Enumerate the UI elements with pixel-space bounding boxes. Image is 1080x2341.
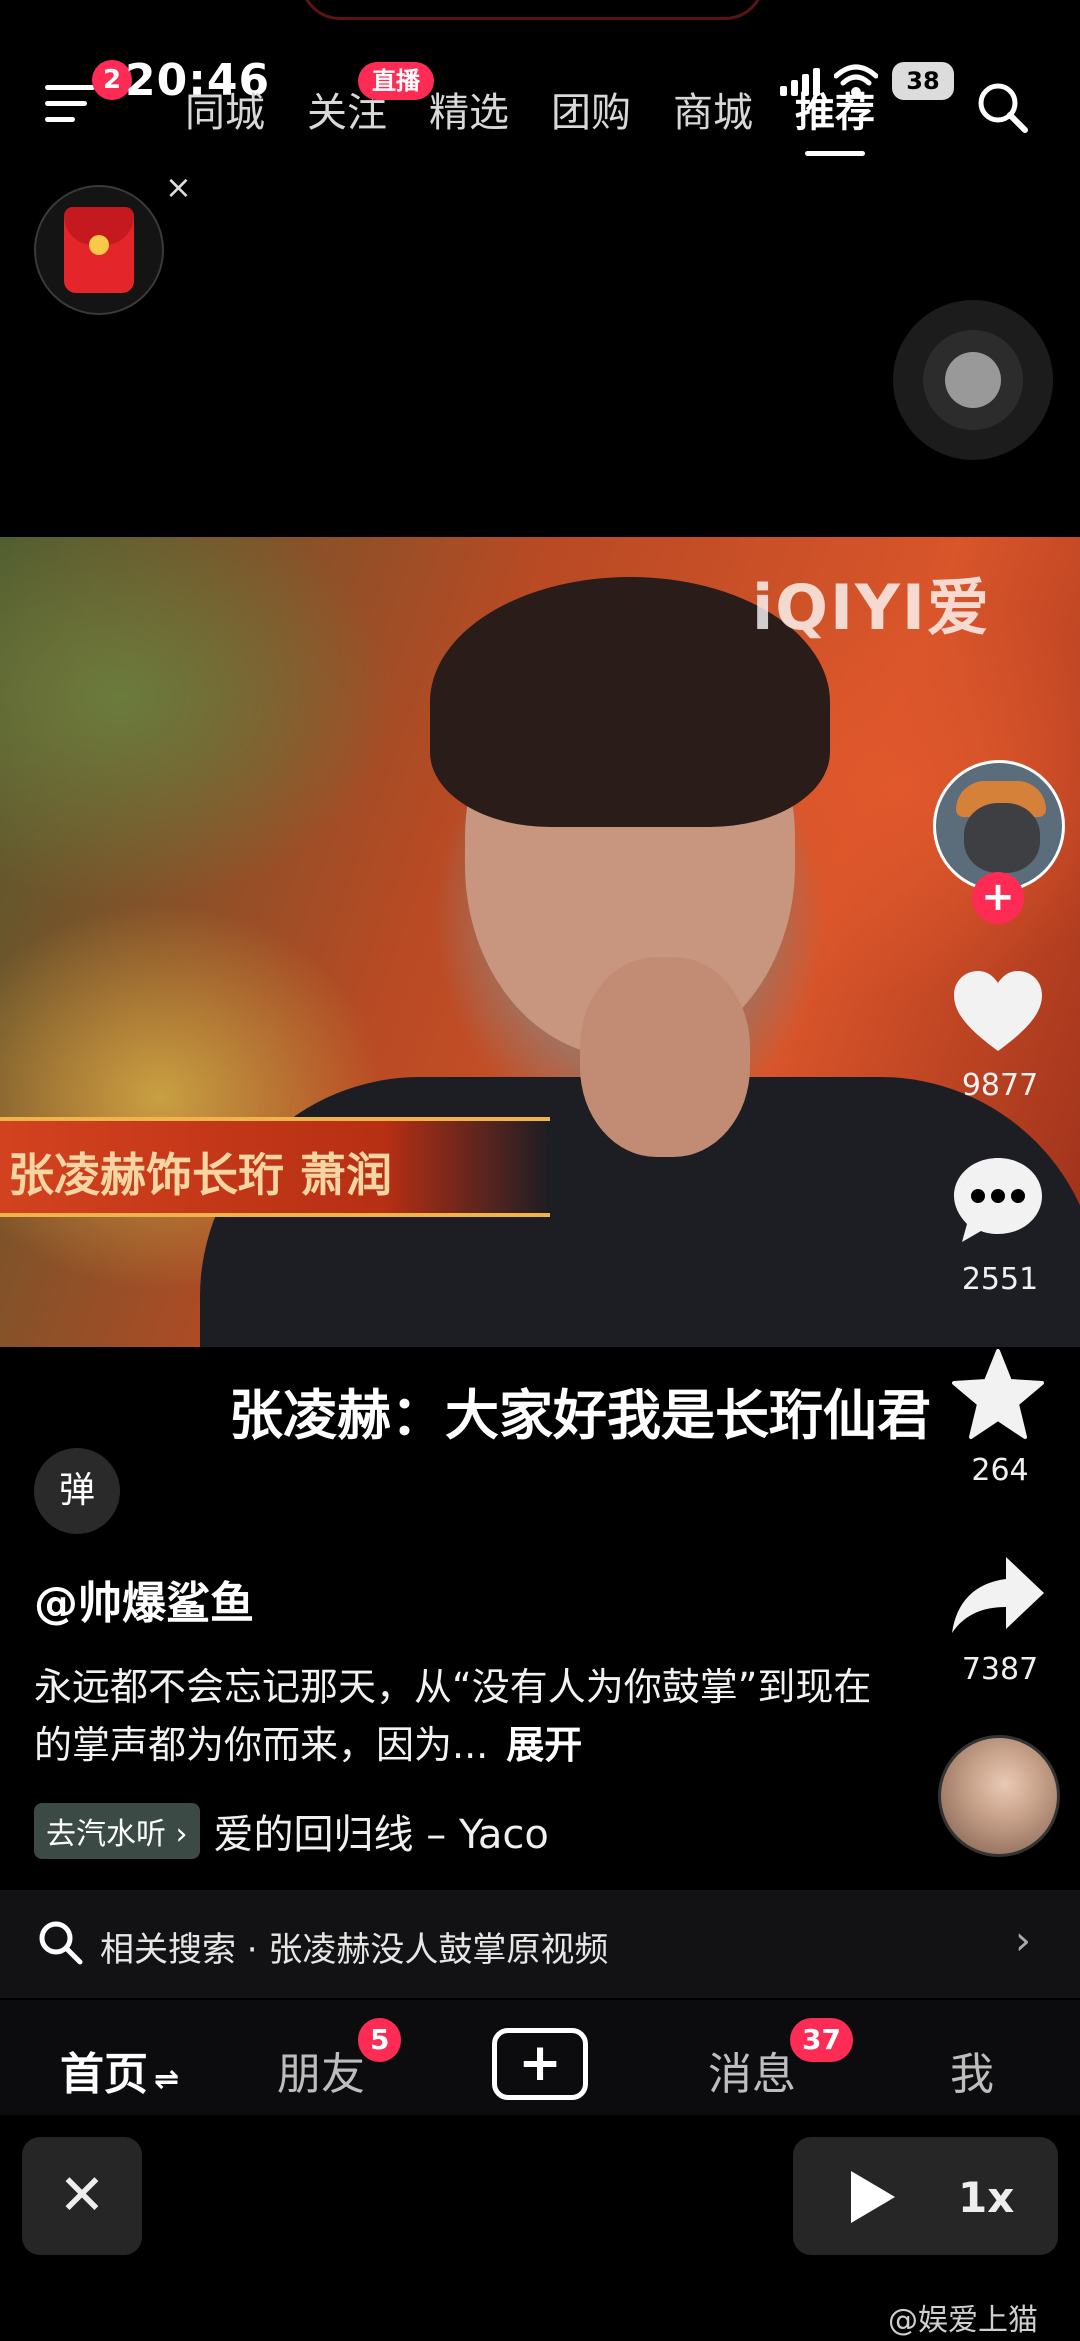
music-row: 去汽水听 › 爱的回归线 – Yaco — [34, 1802, 549, 1860]
signal-icon — [780, 66, 820, 96]
tab-mall[interactable]: 商城 — [673, 80, 753, 138]
friends-badge: 5 — [358, 2018, 402, 2062]
playback-speed-button[interactable]: 1x — [958, 2173, 1014, 2222]
tab-featured[interactable]: 精选 — [429, 80, 509, 138]
share-count: 7387 — [961, 1652, 1039, 1687]
close-button[interactable]: ✕ — [22, 2137, 142, 2255]
search-icon — [39, 1921, 83, 1965]
nav-messages[interactable]: 消息 — [708, 2038, 796, 2102]
menu-icon[interactable] — [45, 85, 95, 130]
caption-banner-text: 张凌赫饰长珩 萧润 — [8, 1148, 393, 1202]
avatar-face — [964, 803, 1040, 873]
related-search-bar[interactable]: 相关搜索 · 张凌赫没人鼓掌原视频 › — [0, 1890, 1080, 1998]
video-subtitle: 张凌赫：大家好我是长珩仙君 — [229, 1384, 931, 1447]
music-name[interactable]: 爱的回归线 – Yaco — [214, 1802, 549, 1860]
follow-button[interactable]: + — [972, 872, 1024, 924]
video-player[interactable]: iQIYI爱 张凌赫饰长珩 萧润 — [0, 537, 1080, 1347]
nav-friends[interactable]: 朋友 — [277, 2038, 365, 2102]
play-icon[interactable] — [851, 2171, 895, 2223]
favorite-star-icon[interactable] — [948, 1345, 1048, 1445]
nav-me[interactable]: 我 — [950, 2038, 994, 2102]
post-description-text: 永远都不会忘记那天，从“没有人为你鼓掌”到现在的掌声都为你而来，因为... — [34, 1665, 872, 1767]
live-badge: 直播 — [358, 62, 434, 100]
like-count: 9877 — [961, 1068, 1039, 1103]
red-packet-widget[interactable] — [34, 185, 164, 315]
playback-controls: 1x — [793, 2137, 1058, 2255]
weibo-watermark: @娱爱上猫 — [888, 2303, 1038, 2338]
iqiyi-watermark: iQIYI爱 — [752, 571, 991, 644]
post-description: 永远都不会忘记那天，从“没有人为你鼓掌”到现在的掌声都为你而来，因为... 展开 — [34, 1658, 894, 1774]
author-name[interactable]: @帅爆鲨鱼 — [34, 1567, 254, 1631]
floating-assistive-button[interactable] — [893, 300, 1053, 460]
camera-notch — [300, 0, 765, 20]
related-search-text: 相关搜索 · 张凌赫没人鼓掌原视频 — [100, 1930, 609, 1970]
nav-home-label: 首页 — [60, 2049, 148, 2100]
tab-tongcheng[interactable]: 同城 — [185, 80, 265, 138]
floating-button-core — [945, 352, 1001, 408]
wifi-icon — [834, 64, 878, 97]
red-packet-close-icon[interactable]: × — [165, 168, 192, 206]
open-in-qishui-button[interactable]: 去汽水听 › — [34, 1803, 200, 1859]
create-post-button[interactable]: + — [492, 2028, 588, 2100]
comment-count: 2551 — [961, 1262, 1039, 1297]
search-icon[interactable] — [975, 80, 1029, 134]
status-icons: 38 — [780, 62, 954, 100]
comment-icon[interactable] — [948, 1150, 1048, 1250]
swap-icon: ⇌ — [154, 2062, 180, 2097]
nav-home[interactable]: 首页 ⇌ — [60, 2038, 179, 2102]
caption-banner: 张凌赫饰长珩 萧润 — [0, 1117, 550, 1217]
danmaku-button[interactable]: 弹 — [34, 1448, 120, 1534]
like-icon[interactable] — [948, 963, 1048, 1063]
share-icon[interactable] — [948, 1545, 1048, 1645]
tab-group-buy[interactable]: 团购 — [551, 80, 631, 138]
expand-link[interactable]: 展开 — [506, 1723, 582, 1767]
messages-badge: 37 — [790, 2018, 853, 2062]
chevron-right-icon: › — [1015, 1918, 1031, 1964]
floating-button-ring — [923, 330, 1023, 430]
video-figure-hand — [580, 957, 750, 1157]
music-disc-icon[interactable] — [938, 1735, 1060, 1857]
favorite-count: 264 — [971, 1453, 1029, 1488]
red-packet-icon — [64, 207, 134, 293]
battery-indicator: 38 — [892, 62, 954, 100]
bottom-nav: 首页 ⇌ 朋友 5 + 消息 37 我 — [0, 2000, 1080, 2115]
